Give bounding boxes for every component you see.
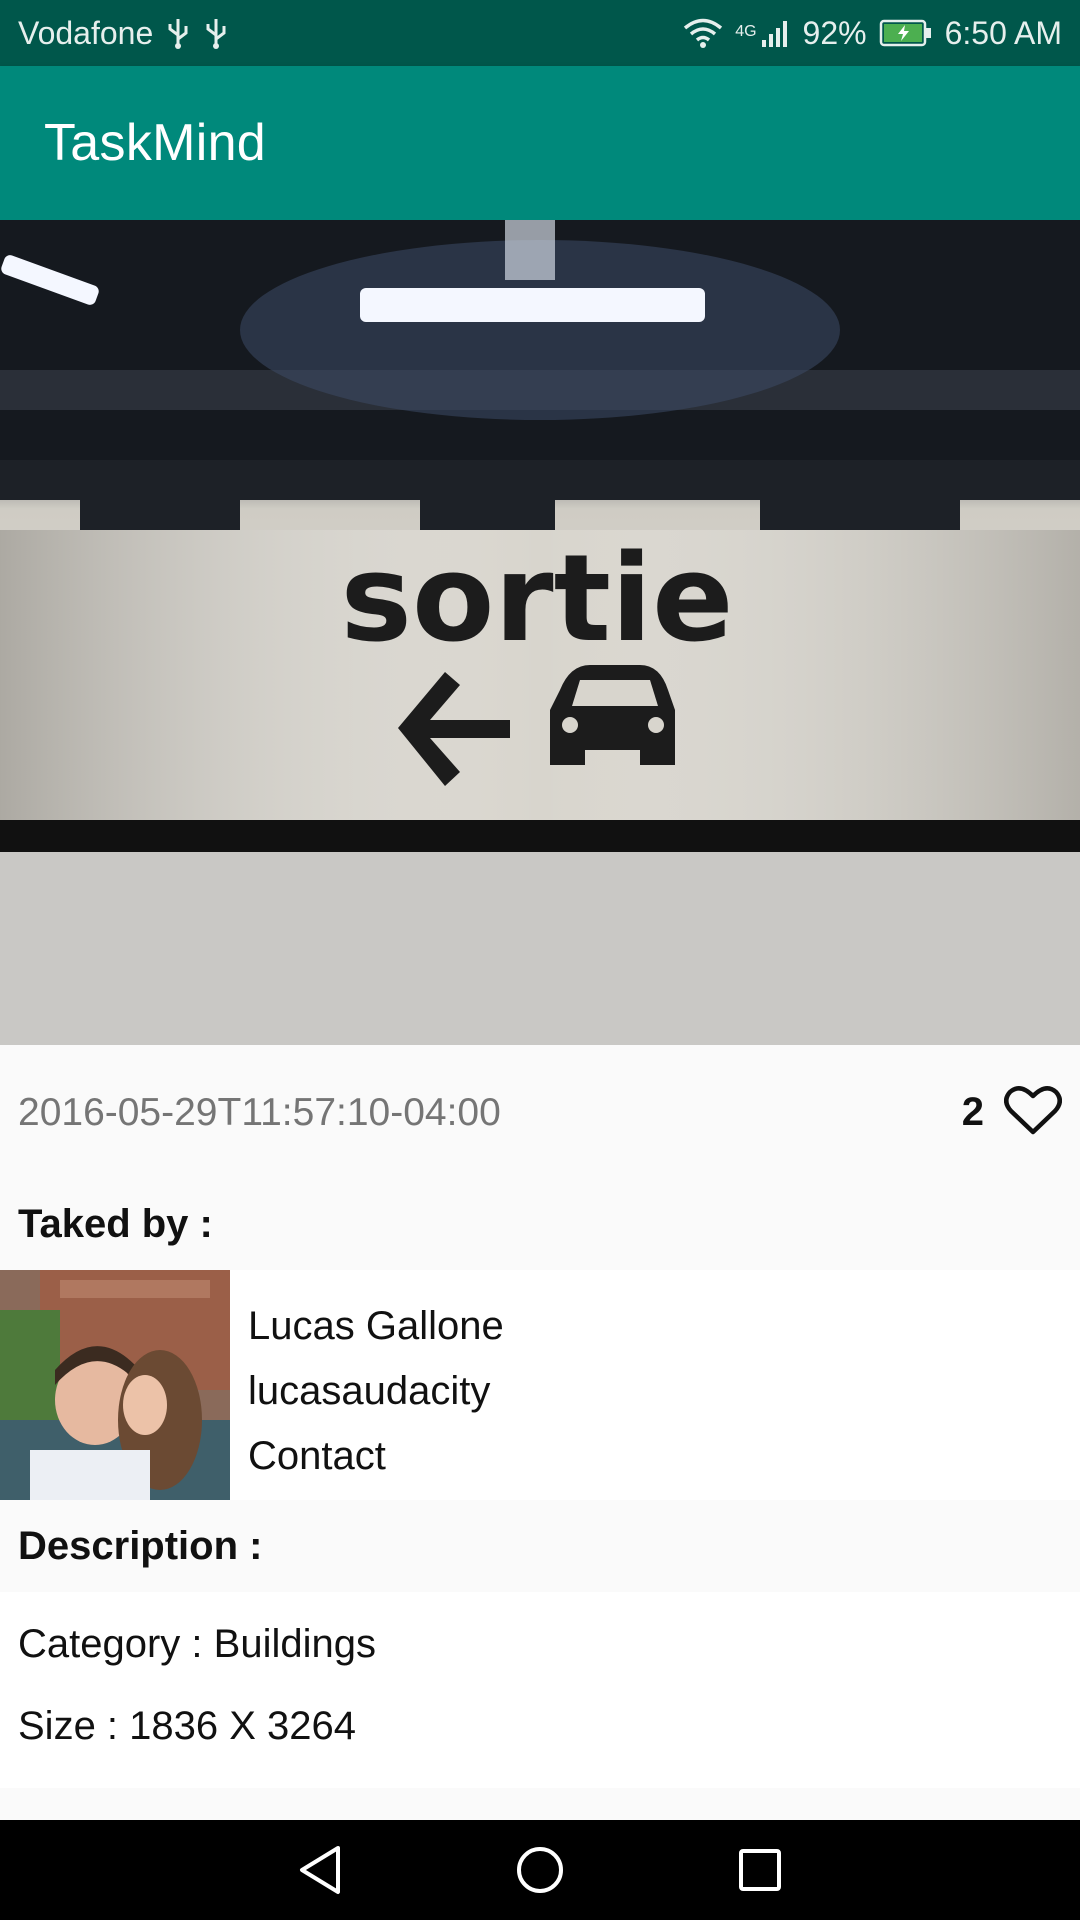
contact-link[interactable]: Contact	[248, 1424, 504, 1489]
author-card[interactable]: Lucas Gallone lucasaudacity Contact	[0, 1270, 1080, 1500]
carrier-label: Vodafone	[18, 14, 154, 51]
photo[interactable]: sortie	[0, 220, 1080, 1045]
author-info: Lucas Gallone lucasaudacity Contact	[230, 1270, 504, 1500]
battery-percent: 92%	[802, 14, 867, 51]
author-name: Lucas Gallone	[248, 1304, 504, 1348]
heart-outline-icon[interactable]	[1004, 1084, 1062, 1141]
usb-icon	[165, 17, 191, 49]
battery-charging-icon	[879, 18, 933, 48]
status-left: Vodafone	[18, 15, 229, 52]
status-bar: Vodafone 4G 92% 6:50 AM	[0, 0, 1080, 66]
app-title: TaskMind	[44, 114, 267, 172]
taken-by-label: Taked by :	[18, 1202, 213, 1246]
description-label: Description :	[18, 1524, 263, 1568]
status-right: 4G 92% 6:50 AM	[683, 15, 1062, 52]
recents-icon[interactable]	[710, 1820, 810, 1920]
like-count: 2	[961, 1090, 984, 1134]
clock: 6:50 AM	[944, 14, 1062, 51]
signal-icon	[761, 18, 791, 48]
category-text: Category : Buildings	[18, 1622, 376, 1666]
usb-icon	[203, 17, 229, 49]
home-icon[interactable]	[490, 1820, 590, 1920]
car-icon	[550, 665, 675, 765]
photo-illustration: sortie	[0, 220, 1080, 1045]
back-icon[interactable]	[270, 1820, 370, 1920]
author-username: lucasaudacity	[248, 1369, 491, 1413]
sign-text: sortie	[341, 530, 734, 669]
navigation-bar	[0, 1820, 1080, 1920]
photo-timestamp: 2016-05-29T11:57:10-04:00	[18, 1090, 501, 1134]
likes: 2	[962, 1084, 1062, 1141]
network-type: 4G	[735, 22, 757, 40]
size-text: Size : 1836 X 3264	[18, 1704, 357, 1748]
description-card: Category : Buildings Size : 1836 X 3264	[0, 1592, 1080, 1788]
wifi-icon	[683, 17, 723, 49]
app-bar: TaskMind	[0, 66, 1080, 220]
photo-meta-row: 2016-05-29T11:57:10-04:00 2	[0, 1045, 1080, 1180]
avatar[interactable]	[0, 1270, 230, 1500]
